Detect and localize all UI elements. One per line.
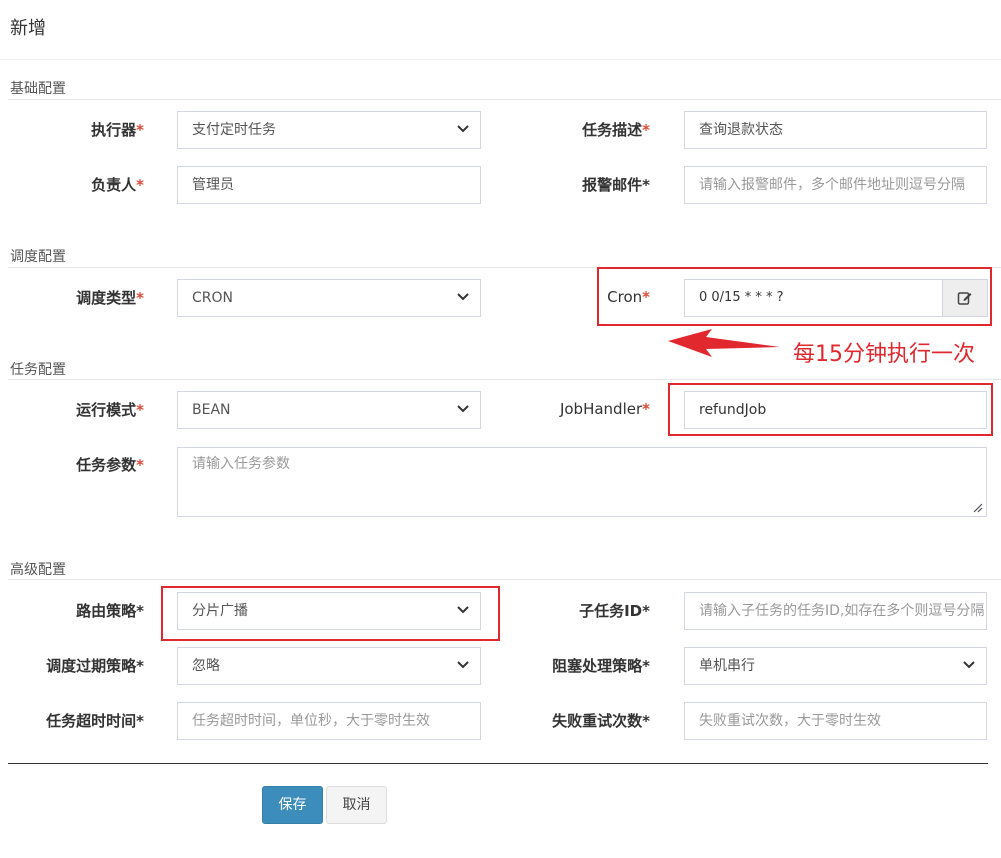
block-strategy-select[interactable]: 单机串行 bbox=[684, 647, 987, 685]
section-divider-task bbox=[8, 379, 1001, 380]
section-title-advanced: 高级配置 bbox=[10, 562, 66, 578]
cron-input[interactable]: 0 0/15 * * * ? bbox=[684, 279, 943, 317]
glue-type-value: BEAN bbox=[192, 402, 231, 418]
section-title-basic: 基础配置 bbox=[10, 81, 66, 97]
chevron-down-icon bbox=[963, 661, 975, 669]
misfire-strategy-select[interactable]: 忽略 bbox=[177, 647, 481, 685]
cron-edit-button[interactable] bbox=[942, 279, 988, 317]
job-handler-label: JobHandler* bbox=[559, 400, 650, 418]
job-desc-label: 任务描述* bbox=[582, 121, 650, 139]
schedule-type-select[interactable]: CRON bbox=[177, 279, 481, 317]
route-strategy-select[interactable]: 分片广播 bbox=[177, 592, 481, 630]
executor-value: 支付定时任务 bbox=[192, 122, 276, 138]
job-param-placeholder: 请输入任务参数 bbox=[192, 456, 290, 472]
misfire-strategy-label: 调度过期策略* bbox=[46, 657, 144, 675]
timeout-label: 任务超时时间* bbox=[46, 712, 144, 730]
author-input[interactable]: 管理员 bbox=[177, 166, 481, 204]
fail-retry-input[interactable]: 失败重试次数，大于零时生效 bbox=[684, 702, 987, 740]
job-handler-input[interactable]: refundJob bbox=[684, 391, 987, 429]
footer-divider bbox=[8, 763, 988, 764]
glue-type-select[interactable]: BEAN bbox=[177, 391, 481, 429]
fail-retry-label: 失败重试次数* bbox=[552, 712, 650, 730]
route-strategy-label: 路由策略* bbox=[76, 602, 144, 620]
header-divider bbox=[0, 59, 1001, 60]
alarm-email-input[interactable]: 请输入报警邮件，多个邮件地址则逗号分隔 bbox=[684, 166, 987, 204]
job-desc-input[interactable]: 查询退款状态 bbox=[684, 111, 987, 149]
executor-select[interactable]: 支付定时任务 bbox=[177, 111, 481, 149]
glue-type-label: 运行模式* bbox=[76, 401, 144, 419]
block-strategy-label: 阻塞处理策略* bbox=[552, 657, 650, 675]
misfire-strategy-value: 忽略 bbox=[192, 658, 220, 674]
block-strategy-value: 单机串行 bbox=[699, 658, 755, 674]
section-title-schedule: 调度配置 bbox=[10, 249, 66, 265]
job-param-label: 任务参数* bbox=[76, 456, 144, 474]
timeout-input[interactable]: 任务超时时间，单位秒，大于零时生效 bbox=[177, 702, 481, 740]
alarm-email-label: 报警邮件* bbox=[582, 176, 650, 194]
edit-icon bbox=[957, 292, 972, 305]
schedule-type-label: 调度类型* bbox=[76, 289, 144, 307]
save-button[interactable]: 保存 bbox=[262, 786, 323, 824]
child-job-id-input[interactable]: 请输入子任务的任务ID,如存在多个则逗号分隔 bbox=[684, 592, 987, 630]
schedule-type-value: CRON bbox=[192, 290, 233, 306]
route-strategy-value: 分片广播 bbox=[192, 603, 248, 619]
cron-label: Cron* bbox=[607, 288, 650, 306]
section-title-task: 任务配置 bbox=[10, 362, 66, 378]
section-divider-basic bbox=[8, 99, 1001, 100]
child-job-id-label: 子任务ID* bbox=[579, 602, 650, 620]
cancel-button[interactable]: 取消 bbox=[326, 786, 387, 824]
annotation-text: 每15分钟执行一次 bbox=[793, 342, 975, 367]
author-label: 负责人* bbox=[91, 176, 144, 194]
resize-handle-icon[interactable] bbox=[973, 503, 983, 513]
annotation-arrow-icon bbox=[668, 329, 780, 357]
section-divider-advanced bbox=[8, 579, 1001, 580]
job-param-textarea[interactable]: 请输入任务参数 bbox=[177, 447, 987, 517]
executor-label: 执行器* bbox=[91, 121, 144, 139]
modal-title: 新增 bbox=[10, 18, 46, 39]
